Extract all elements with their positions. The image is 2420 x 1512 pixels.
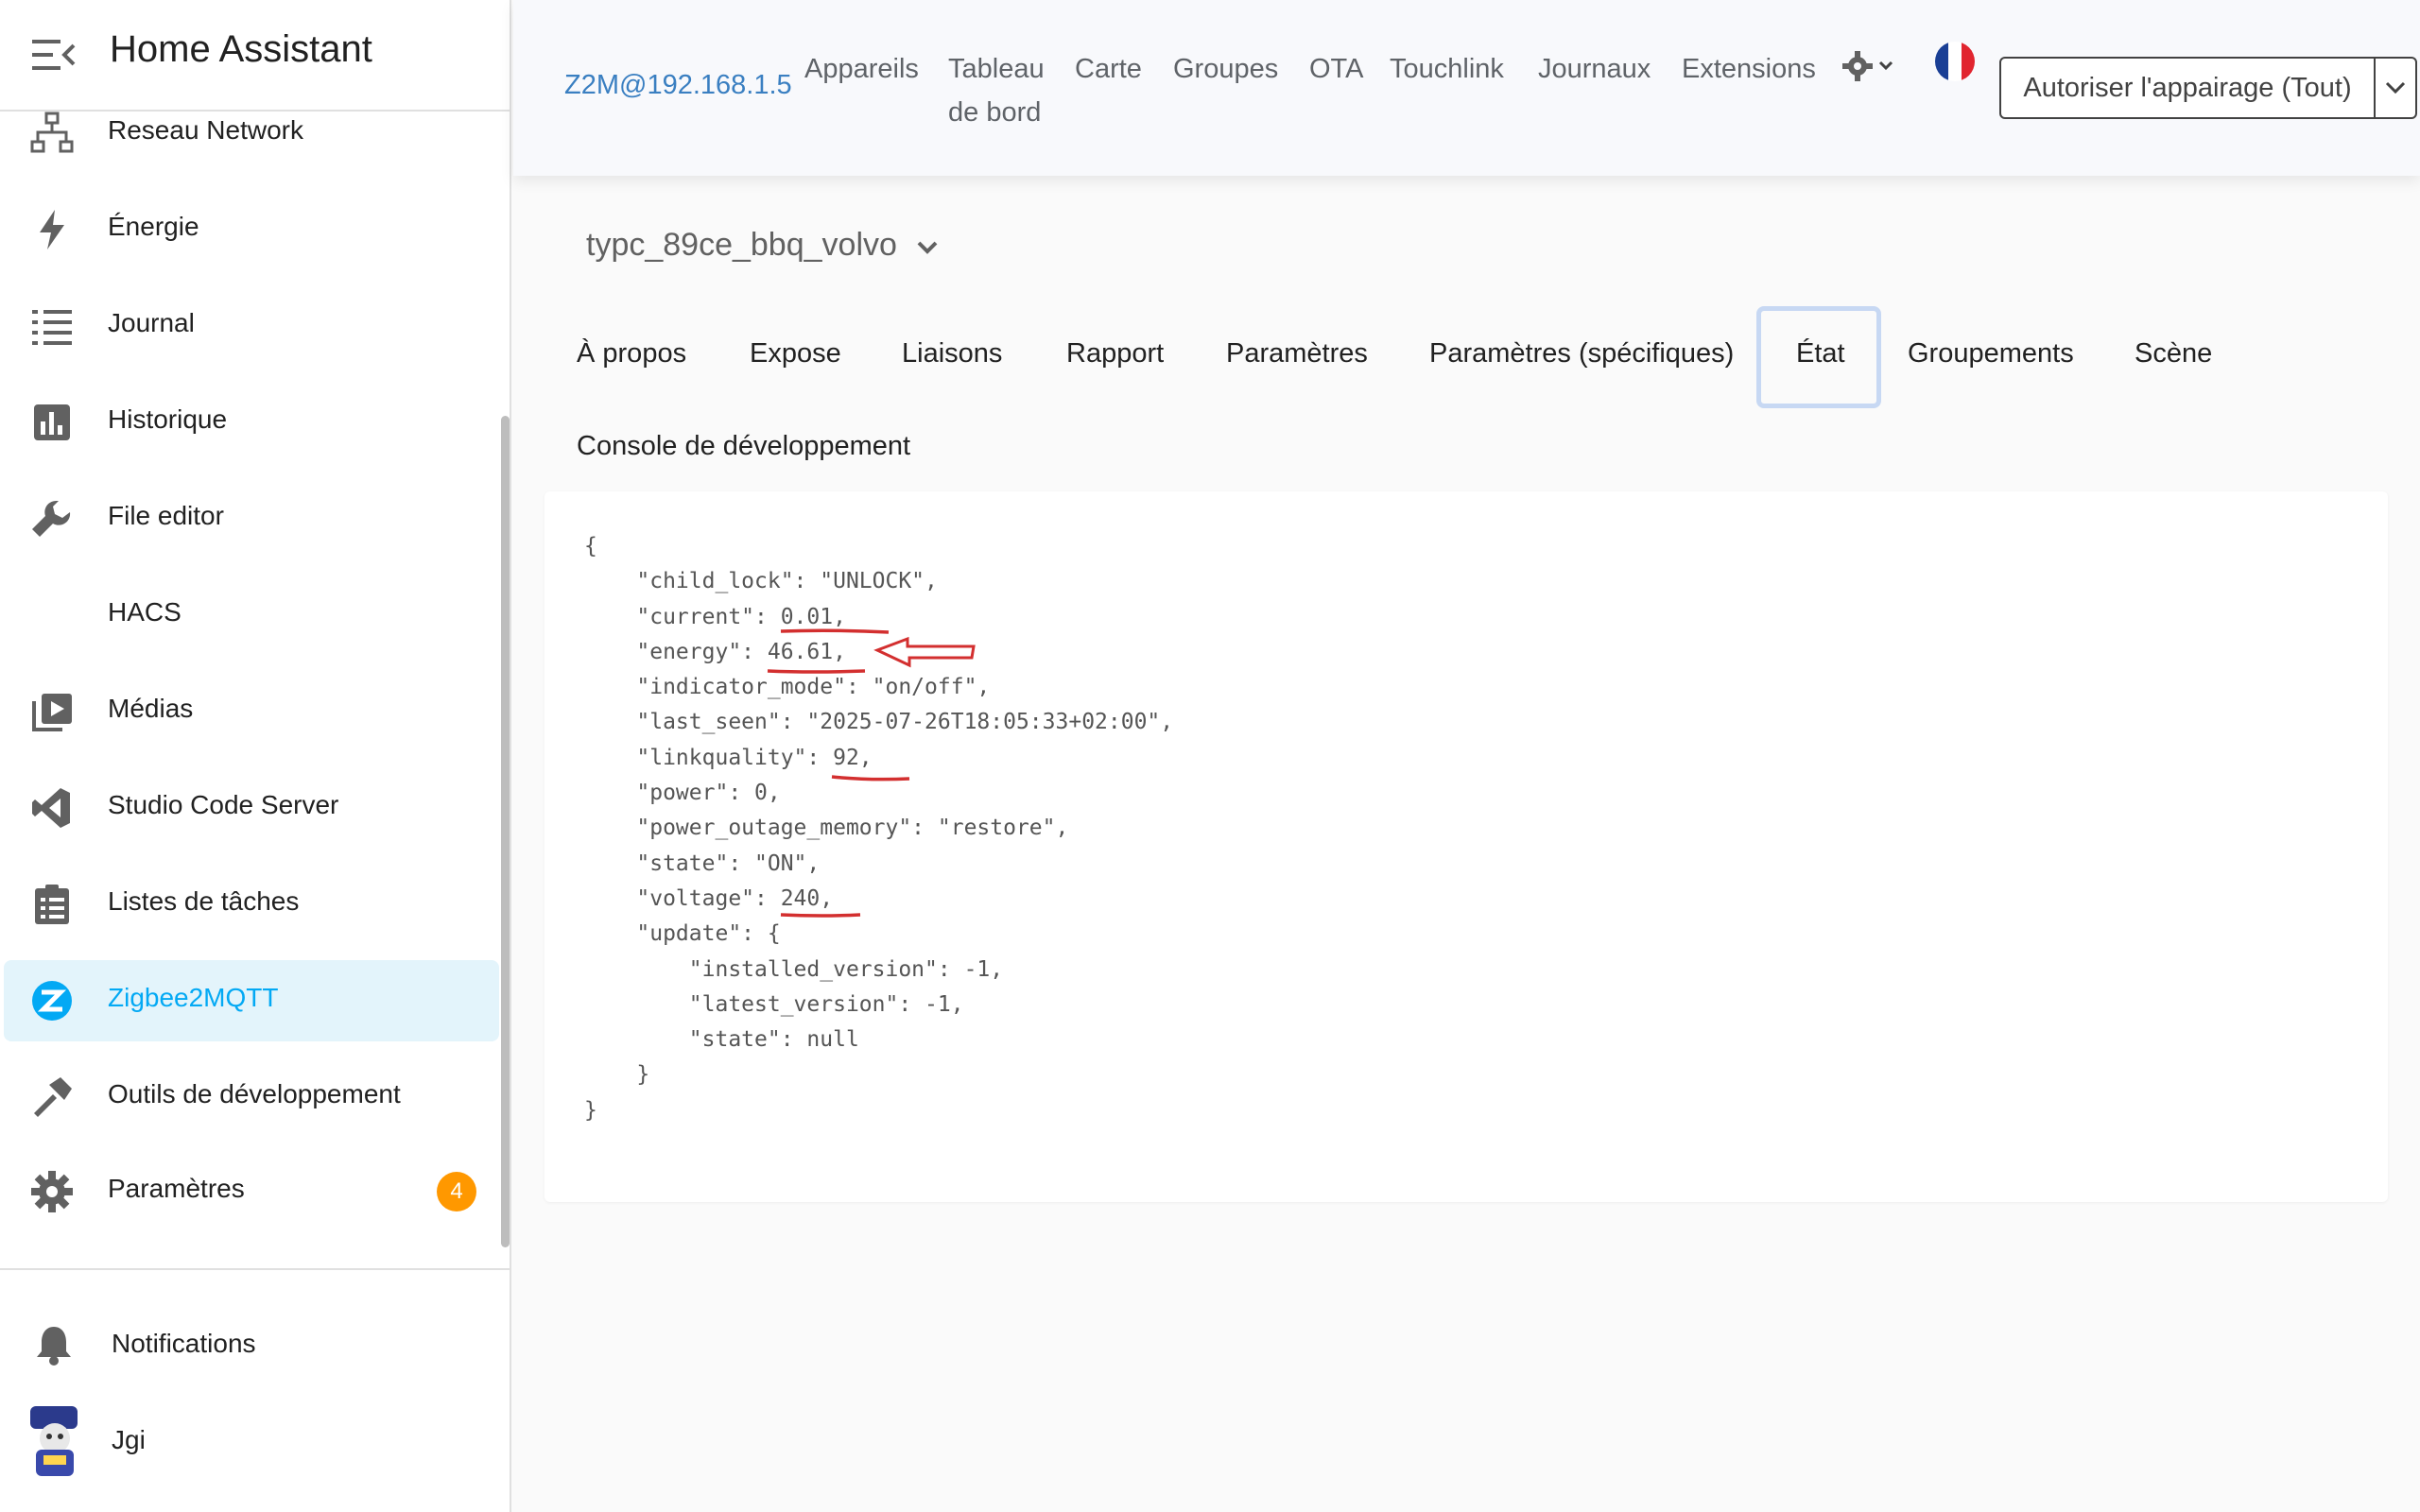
tab-scene[interactable]: Scène	[2135, 338, 2212, 369]
sidebar-item-label: Outils de développement	[108, 1079, 401, 1108]
sidebar-item-label: Journal	[108, 308, 195, 337]
json-line: "indicator_mode": "on/off",	[584, 675, 991, 700]
json-line: {	[584, 534, 597, 558]
sidebar-item-historique[interactable]: Historique	[4, 382, 499, 463]
json-line: }	[584, 1097, 597, 1123]
sidebar-user[interactable]: Jgi	[0, 1399, 511, 1484]
sidebar-item-label: Énergie	[108, 212, 199, 241]
tab-etat[interactable]: État	[1796, 338, 1845, 369]
sidebar-notifications[interactable]: Notifications	[0, 1302, 511, 1387]
sidebar-item-label: HACS	[108, 597, 182, 627]
caret-down-icon[interactable]	[915, 238, 940, 257]
nav-tableau-line2: de bord	[948, 97, 1042, 128]
sidebar: Home Assistant Reseau Network Énergie Jo…	[0, 0, 511, 1512]
top-navbar: Z2M@192.168.1.5 Appareils Tableau de bor…	[513, 0, 2420, 176]
clipboard-list-icon	[35, 885, 69, 924]
permit-join-dropdown[interactable]	[2374, 57, 2417, 119]
json-line: "linkquality": 92,	[584, 745, 873, 770]
json-line: "current": 0.01,	[584, 604, 846, 629]
play-box-icon	[32, 694, 72, 731]
notification-badge: 4	[437, 1172, 476, 1211]
sidebar-item-medias[interactable]: Médias	[4, 671, 499, 752]
nav-tableau-de-bord[interactable]: Tableau de bord	[948, 47, 1045, 134]
sidebar-item-label: Paramètres	[108, 1174, 245, 1203]
sidebar-item-listes-de-taches[interactable]: Listes de tâches	[4, 864, 499, 945]
user-name: Jgi	[112, 1425, 146, 1454]
nav-touchlink[interactable]: Touchlink	[1390, 47, 1504, 91]
sidebar-item-label: Reseau Network	[108, 115, 303, 145]
hammer-icon	[34, 1077, 72, 1117]
sidebar-item-label: Studio Code Server	[108, 790, 339, 819]
json-line: "child_lock": "UNLOCK",	[584, 569, 938, 594]
device-selector[interactable]: typc_89ce_bbq_volvo	[586, 227, 897, 264]
language-flag-fr-icon[interactable]	[1935, 42, 1975, 81]
z2m-brand-link[interactable]: Z2M@192.168.1.5	[564, 70, 792, 101]
sidebar-item-label: Médias	[108, 694, 194, 723]
json-line: "update": {	[584, 921, 781, 947]
sidebar-item-studio-code-server[interactable]: Studio Code Server	[4, 767, 499, 849]
json-line: "state": "ON",	[584, 850, 821, 876]
chevron-down-icon	[2385, 81, 2406, 94]
tab-parametres-specifiques[interactable]: Paramètres (spécifiques)	[1429, 338, 1734, 369]
sidebar-item-file-editor[interactable]: File editor	[4, 478, 499, 559]
sidebar-item-parametres[interactable]: Paramètres 4	[4, 1151, 499, 1232]
chart-bar-icon	[34, 404, 70, 440]
nav-carte[interactable]: Carte	[1075, 47, 1142, 91]
sidebar-title: Home Assistant	[110, 28, 372, 70]
nav-groupes[interactable]: Groupes	[1173, 47, 1278, 91]
nav-journaux[interactable]: Journaux	[1538, 47, 1651, 91]
json-line: }	[584, 1062, 650, 1088]
network-icon	[30, 112, 74, 153]
sidebar-item-label: Historique	[108, 404, 228, 434]
state-json: { "child_lock": "UNLOCK", "current": 0.0…	[584, 529, 1173, 1128]
lightning-icon	[40, 210, 64, 249]
json-line: "voltage": 240,	[584, 885, 834, 911]
sidebar-divider	[0, 1268, 511, 1270]
sidebar-item-outils-de-developpement[interactable]: Outils de développement	[4, 1057, 499, 1138]
json-line: "latest_version": -1,	[584, 991, 964, 1017]
bell-icon	[37, 1327, 71, 1366]
tab-expose[interactable]: Expose	[750, 338, 841, 369]
wrench-icon	[32, 500, 71, 537]
sidebar-item-journal[interactable]: Journal	[4, 285, 499, 367]
sidebar-item-hacs[interactable]: HACS	[4, 575, 499, 656]
gear-icon	[31, 1171, 73, 1212]
tab-liaisons[interactable]: Liaisons	[902, 338, 1002, 369]
sidebar-item-label: Listes de tâches	[108, 886, 300, 916]
tab-rapport[interactable]: Rapport	[1066, 338, 1164, 369]
menu-collapse-icon[interactable]	[32, 38, 76, 72]
tab-groupements[interactable]: Groupements	[1908, 338, 2074, 369]
sidebar-item-label: Zigbee2MQTT	[108, 983, 279, 1012]
sidebar-item-energie[interactable]: Énergie	[4, 189, 499, 270]
nav-tableau-line1: Tableau	[948, 54, 1045, 84]
sidebar-item-zigbee2mqtt[interactable]: Zigbee2MQTT	[4, 960, 499, 1041]
settings-gear-dropdown-icon[interactable]	[1842, 49, 1899, 83]
json-line: "state": null	[584, 1027, 859, 1053]
avatar	[30, 1406, 78, 1476]
json-line: "power": 0,	[584, 781, 781, 806]
nav-ota[interactable]: OTA	[1309, 47, 1363, 91]
vscode-icon	[32, 788, 70, 828]
sidebar-item-label: File editor	[108, 501, 224, 530]
tab-a-propos[interactable]: À propos	[577, 338, 686, 369]
nav-extensions[interactable]: Extensions	[1682, 47, 1816, 91]
nav-appareils[interactable]: Appareils	[804, 47, 919, 91]
notifications-label: Notifications	[112, 1329, 256, 1358]
permit-join-button[interactable]: Autoriser l'appairage (Tout)	[1999, 57, 2376, 119]
json-line: "last_seen": "2025-07-26T18:05:33+02:00"…	[584, 710, 1174, 735]
sidebar-item-reseau-network[interactable]: Reseau Network	[4, 93, 499, 174]
json-line: "installed_version": -1,	[584, 956, 1004, 982]
tab-parametres[interactable]: Paramètres	[1226, 338, 1368, 369]
json-line: "power_outage_memory": "restore",	[584, 816, 1069, 841]
json-line: "energy": 46.61,	[584, 639, 846, 664]
list-icon	[32, 310, 72, 345]
tab-console-de-developpement[interactable]: Console de développement	[577, 431, 910, 462]
zigbee-icon	[32, 981, 72, 1021]
sidebar-scrollbar[interactable]	[501, 416, 510, 1247]
